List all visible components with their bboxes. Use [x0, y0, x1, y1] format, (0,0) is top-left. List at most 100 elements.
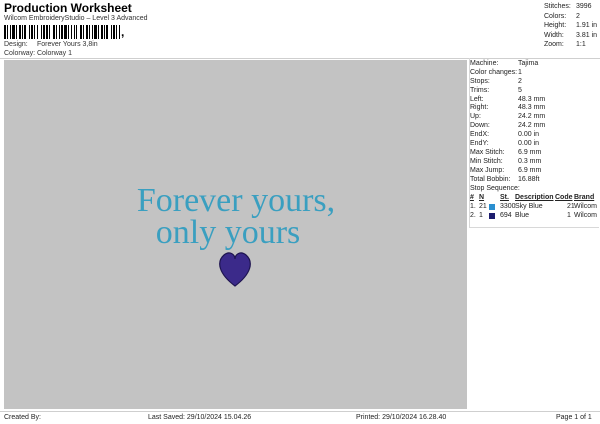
machine-info-row: Max Jump: 6.9 mm	[470, 167, 596, 176]
barcode-bar	[76, 25, 77, 39]
summary-row: Width: 3.81 in	[544, 32, 598, 42]
machine-info-label: Total Bobbin:	[470, 175, 511, 183]
machine-info-label: Max Stitch:	[470, 148, 505, 156]
summary-row: Stitches: 3996	[544, 3, 598, 13]
barcode-bar	[119, 25, 120, 39]
barcode-bar	[29, 25, 30, 39]
barcode-bar	[80, 25, 82, 39]
color-swatch	[489, 204, 495, 210]
design-preview: Forever yours, only yours	[4, 60, 467, 409]
summary-value: 1.91 in	[576, 22, 598, 29]
stop-description: Sky Blue	[515, 203, 543, 210]
machine-info-label: Max Jump:	[470, 166, 505, 174]
design-label: Design:	[4, 41, 28, 48]
stop-num: 2.	[470, 212, 476, 219]
summary-label: Colors:	[544, 12, 567, 20]
barcode-bar	[49, 25, 50, 39]
colorway-label: Colorway:	[4, 50, 36, 57]
summary-row: Zoom: 1:1	[544, 41, 598, 51]
summary-label: Stitches:	[544, 3, 571, 10]
barcode-bar	[86, 25, 88, 39]
summary-label: Height:	[544, 22, 567, 29]
stop-sequence-header: # N St. Description Code Brand	[470, 194, 596, 203]
software-subtitle: Wilcom EmbroideryStudio – Level 3 Advanc…	[4, 15, 148, 22]
barcode-bar	[7, 25, 8, 39]
col-st-header: St.	[500, 194, 509, 201]
color-swatch	[489, 213, 495, 219]
machine-info-row: Min Stitch: 0.3 mm	[470, 158, 596, 167]
machine-info-value: 24.2 mm	[518, 113, 546, 121]
barcode-bar	[101, 25, 103, 39]
barcode-bar	[31, 25, 33, 39]
machine-info-value: 0.00 in	[518, 131, 540, 139]
page-number: Page 1 of 1	[556, 414, 592, 421]
machine-info-label: Color changes:	[470, 68, 518, 76]
machine-info-label: Min Stitch:	[470, 157, 503, 165]
colorway-value: Colorway 1	[37, 50, 73, 57]
machine-info-value: 1	[518, 68, 522, 76]
last-saved: Last Saved: 29/10/2024 15.04.26	[148, 414, 252, 421]
machine-info-value: 48.3 mm	[518, 104, 546, 112]
design-value: Forever Yours 3,8in	[37, 41, 98, 48]
summary-value: 3996	[576, 3, 592, 10]
summary-value: 3.81 in	[576, 31, 598, 39]
machine-info-label: Left:	[470, 95, 484, 103]
machine-info-value: 5	[518, 86, 522, 94]
barcode-bar	[92, 25, 93, 39]
created-by: Created By:	[4, 414, 41, 421]
summary-label: Zoom:	[544, 41, 564, 48]
barcode-bar	[24, 25, 26, 39]
machine-info-row: Max Stitch: 6.9 mm	[470, 149, 596, 158]
barcode-bar	[83, 25, 84, 39]
machine-info-row: Total Bobbin: 16.88ft	[470, 176, 596, 185]
machine-info-value: Tajima	[518, 60, 539, 67]
summary-value: 1:1	[576, 41, 586, 48]
barcode-bar	[89, 25, 90, 39]
machine-info-label: Right:	[470, 104, 489, 112]
design-canvas: Forever yours, only yours	[137, 182, 335, 287]
summary-row: Height: 1.91 in	[544, 22, 598, 32]
barcode-bar	[34, 25, 35, 39]
barcode-bar	[71, 25, 72, 39]
barcode-bar	[12, 25, 15, 39]
col-brand-header: Brand	[574, 194, 595, 201]
machine-info-label: Up:	[470, 113, 481, 121]
barcode-bar	[4, 25, 6, 39]
machine-info-row: Trims: 5	[470, 87, 596, 96]
col-n-header: N	[479, 194, 485, 201]
barcode-bar	[53, 25, 55, 39]
machine-info-row: Stops: 2	[470, 78, 596, 87]
machine-info-row: Right: 48.3 mm	[470, 104, 596, 113]
barcode-bar	[113, 25, 115, 39]
stop-row: 1. 21 3300 Sky Blue 21 Wilcom	[470, 203, 597, 212]
stop-code: 1	[567, 212, 571, 219]
barcode-bar	[16, 25, 17, 39]
barcode-bar	[41, 25, 42, 39]
stop-sequence-title: Stop Sequence:	[470, 185, 520, 192]
barcode-bar	[116, 25, 117, 39]
barcode-bar	[43, 25, 45, 39]
stop-sequence-panel: Stop Sequence: # N St. Description Code …	[470, 185, 597, 221]
stop-num: 1.	[470, 203, 476, 210]
stop-brand: Wilcom	[574, 212, 597, 219]
stop-row: 2. 1 694 Blue 1 Wilcom	[470, 212, 597, 221]
barcode-bar	[46, 25, 48, 39]
col-code-header: Code	[555, 194, 573, 201]
barcode-bar	[61, 25, 63, 39]
machine-info-value: 2	[518, 77, 522, 85]
barcode-bar	[111, 25, 112, 39]
page-title: Production Worksheet	[4, 1, 132, 15]
barcode-bar	[19, 25, 21, 39]
stop-needle: 1	[479, 212, 483, 219]
footer: Created By: Last Saved: 29/10/2024 15.04…	[0, 412, 600, 424]
stop-sequence-rows: 1. 21 3300 Sky Blue 21 Wilcom 2. 1 694 Blue 1 Wilco…	[470, 203, 597, 221]
barcode-bar	[37, 25, 38, 39]
machine-info-label: Stops:	[470, 77, 490, 85]
machine-info-value: 0.00 in	[518, 140, 540, 148]
barcode-bar	[104, 25, 105, 39]
machine-info-label: EndY:	[470, 140, 489, 148]
machine-info-label: Trims:	[470, 86, 490, 94]
barcode-bar	[56, 25, 57, 39]
machine-info-value: 16.88ft	[518, 175, 540, 183]
summary-value: 2	[576, 12, 580, 20]
